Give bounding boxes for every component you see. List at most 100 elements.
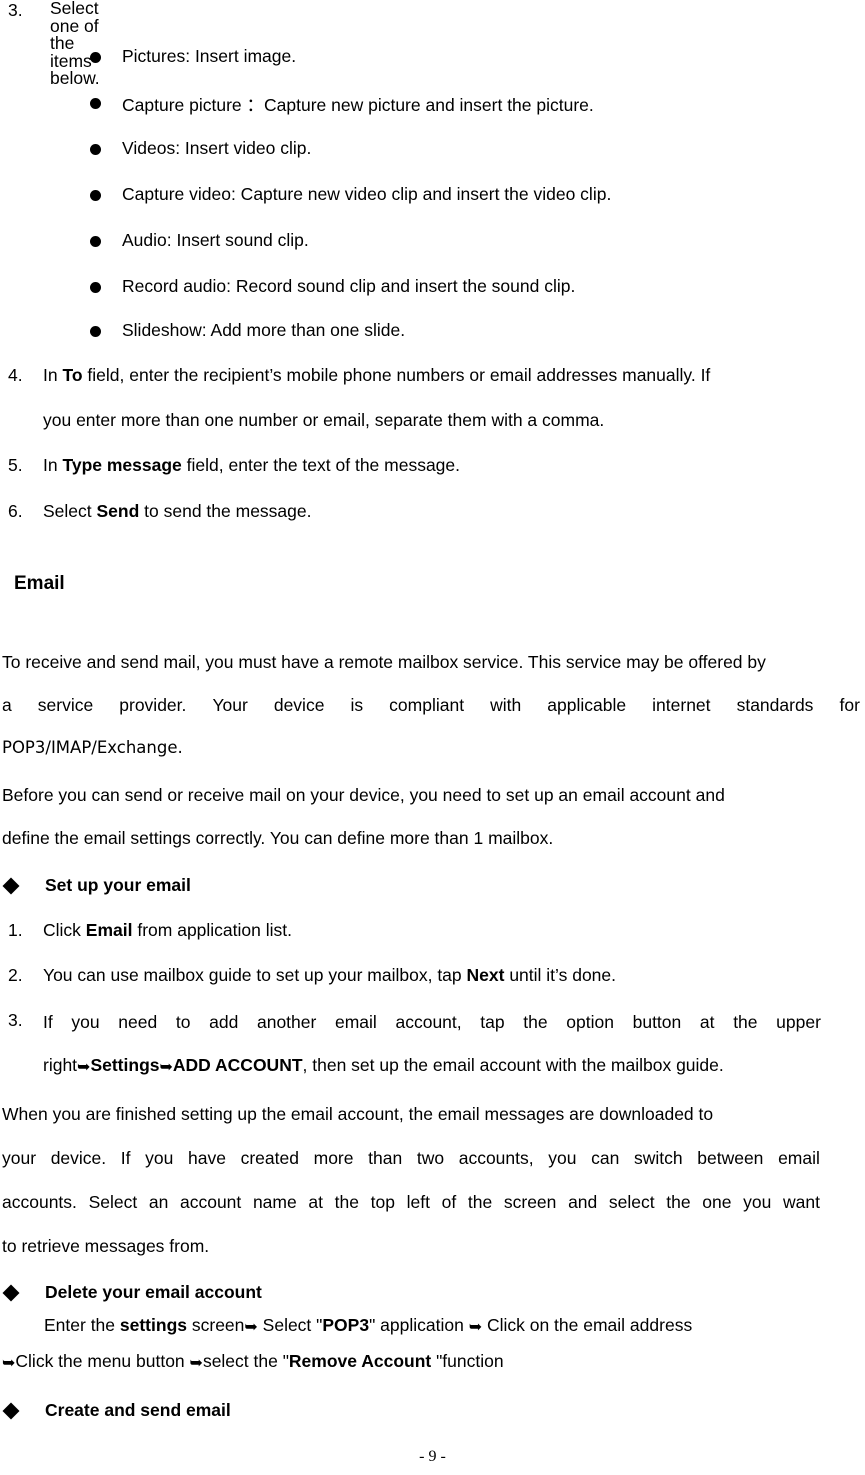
bullet-dot-icon xyxy=(90,282,101,293)
word: applicable xyxy=(547,695,627,715)
word: top xyxy=(370,1192,395,1212)
word: Your xyxy=(212,695,248,715)
page-number: - 9 - xyxy=(419,1448,446,1465)
step4-to-keyword: To xyxy=(62,365,83,385)
word: button xyxy=(632,1012,682,1032)
word: another xyxy=(256,1012,317,1032)
word: account, xyxy=(395,1012,462,1032)
step5-text: In Type message field, enter the text of… xyxy=(43,455,460,475)
step3-text: Select one of the items below. xyxy=(50,0,100,88)
add-account-keyword: ADD ACCOUNT xyxy=(172,1055,303,1075)
word: can xyxy=(591,1148,620,1168)
word: your xyxy=(2,1148,37,1168)
heading-label: Set up your email xyxy=(45,875,191,895)
word: the xyxy=(467,1192,493,1212)
step6-number: 6. xyxy=(8,501,23,521)
page-title: Email xyxy=(14,573,65,594)
word: and xyxy=(568,1192,598,1212)
word: email xyxy=(778,1148,820,1168)
bullet-label: Capture video: Capture new video clip an… xyxy=(122,184,612,204)
diamond-bullet-icon xyxy=(2,1402,20,1420)
word: email xyxy=(335,1012,377,1032)
word: accounts, xyxy=(458,1148,534,1168)
word: at xyxy=(308,1192,323,1212)
word: an xyxy=(148,1192,169,1212)
word: of xyxy=(441,1192,457,1212)
finished-para-line2: your device. If you have created more th… xyxy=(2,1148,820,1169)
heading-label: Delete your email account xyxy=(45,1282,262,1302)
setup-step3-line2: right➥Settings➥ADD ACCOUNT, then set up … xyxy=(43,1055,724,1076)
bullet-dot-icon xyxy=(90,52,101,63)
word: option xyxy=(566,1012,614,1032)
document-page: 3. Select one of the items below. Pictur… xyxy=(0,0,865,1475)
step4-line2: you enter more than one number or email,… xyxy=(43,410,605,430)
word: have xyxy=(188,1148,226,1168)
word: internet xyxy=(652,695,711,715)
word: device. xyxy=(50,1148,107,1168)
word: to xyxy=(175,1012,191,1032)
bullet-label: Capture picture ：Capture new picture and… xyxy=(122,95,594,115)
step6-send-keyword: Send xyxy=(96,501,140,521)
setup-step1-email-keyword: Email xyxy=(85,920,133,940)
word: Select xyxy=(88,1192,138,1212)
delete-line1-application: " application xyxy=(369,1315,469,1335)
step6-text: Select Send to send the message. xyxy=(43,501,312,521)
setup-step3-right-word: right xyxy=(43,1055,78,1075)
intro-para-line2: a service provider. Your device is compl… xyxy=(2,695,860,716)
word: service xyxy=(37,695,94,715)
before-para-line1: Before you can send or receive mail on y… xyxy=(2,785,725,805)
delete-line1-screen: screen xyxy=(187,1315,245,1335)
finished-para-line1: When you are finished setting up the ema… xyxy=(2,1104,714,1124)
finished-para-line3: accounts. Select an account name at the … xyxy=(2,1192,820,1213)
step5-number: 5. xyxy=(8,455,23,475)
delete-line1-select: Select " xyxy=(257,1315,323,1335)
word: created xyxy=(240,1148,299,1168)
bullet-dot-icon xyxy=(90,98,101,109)
bullet-label: Record audio: Record sound clip and inse… xyxy=(122,276,576,296)
word: the xyxy=(523,1012,548,1032)
before-para-line2: define the email settings correctly. You… xyxy=(2,828,554,848)
word: standards xyxy=(736,695,814,715)
settings-keyword: Settings xyxy=(90,1055,160,1075)
arrow-right-icon: ➥ xyxy=(2,1353,16,1372)
word: is xyxy=(350,695,364,715)
word: need xyxy=(118,1012,158,1032)
arrow-right-icon: ➥ xyxy=(77,1057,91,1076)
step6-prefix: Select xyxy=(43,501,97,521)
word: If xyxy=(120,1148,131,1168)
word: provider. xyxy=(119,695,187,715)
remove-account-keyword: Remove Account xyxy=(288,1351,432,1371)
setup-step1-prefix: Click xyxy=(43,920,86,940)
word: want xyxy=(783,1192,820,1212)
word: screen xyxy=(503,1192,557,1212)
arrow-right-icon: ➥ xyxy=(159,1057,173,1076)
word: the xyxy=(334,1192,359,1212)
word: at xyxy=(699,1012,715,1032)
step5-prefix: In xyxy=(43,455,63,475)
step4-line1-rest: field, enter the recipient’s mobile phon… xyxy=(82,365,711,385)
word: select xyxy=(608,1192,655,1212)
step6-rest: to send the message. xyxy=(139,501,312,521)
intro-para-line1: To receive and send mail, you must have … xyxy=(2,652,766,672)
word: between xyxy=(697,1148,764,1168)
heading-label: Create and send email xyxy=(45,1400,231,1420)
step3-number: 3. xyxy=(8,0,23,20)
word: the xyxy=(733,1012,758,1032)
word: switch xyxy=(633,1148,683,1168)
delete-line2-function: "function xyxy=(431,1351,504,1371)
arrow-right-icon: ➥ xyxy=(244,1317,258,1336)
bullet-label: Videos: Insert video clip. xyxy=(122,138,312,158)
word: If xyxy=(43,1012,53,1032)
word: you xyxy=(743,1192,772,1212)
bullet-label: Slideshow: Add more than one slide. xyxy=(122,320,406,340)
word: you xyxy=(145,1148,174,1168)
diamond-bullet-icon xyxy=(2,1284,20,1302)
word: a xyxy=(2,695,12,715)
word: upper xyxy=(776,1012,821,1032)
word: one xyxy=(702,1192,732,1212)
step4-line1: In To field, enter the recipient’s mobil… xyxy=(43,365,711,385)
word: compliant xyxy=(389,695,465,715)
delete-body-line1: Enter the settings screen➥ Select "POP3"… xyxy=(44,1315,692,1336)
word: account xyxy=(179,1192,242,1212)
pop3-keyword: POP3 xyxy=(322,1315,370,1335)
